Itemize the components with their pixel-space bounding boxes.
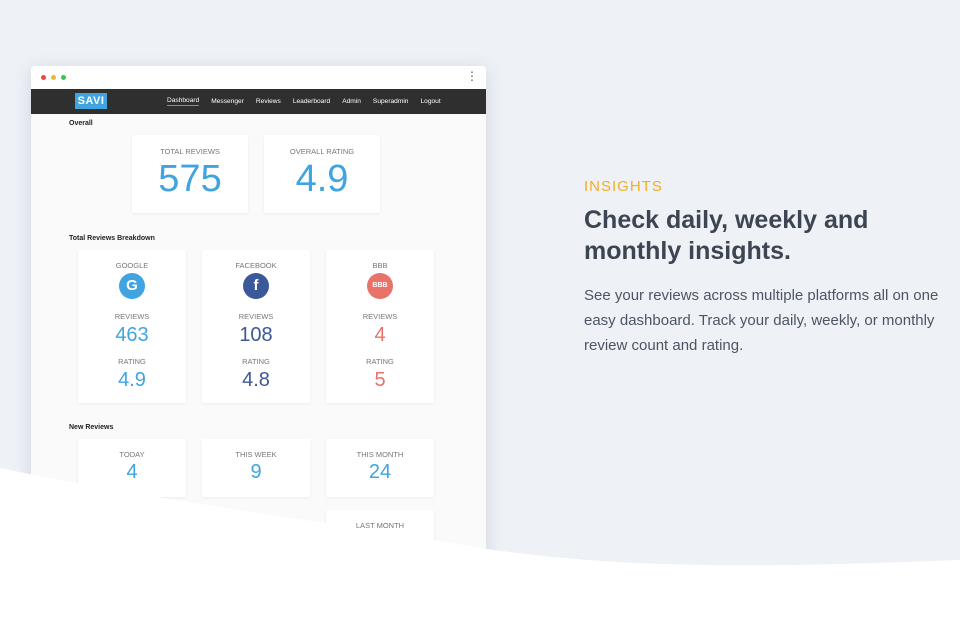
google-icon: G xyxy=(119,273,145,299)
facebook-rating-label: RATING xyxy=(242,357,270,366)
this-month-card: THIS MONTH 24 xyxy=(326,439,434,497)
this-week-card: THIS WEEK 9 xyxy=(202,439,310,497)
overall-section-title: Overall xyxy=(69,120,93,127)
overall-rating-value: 4.9 xyxy=(295,158,349,200)
total-reviews-label: TOTAL REVIEWS xyxy=(160,147,220,156)
new-reviews-section-title: New Reviews xyxy=(69,424,114,431)
breakdown-section-title: Total Reviews Breakdown xyxy=(69,235,155,242)
insights-eyebrow: INSIGHTS xyxy=(584,178,663,195)
this-week-label: THIS WEEK xyxy=(235,450,277,459)
maximize-window-dot[interactable] xyxy=(61,75,66,80)
browser-titlebar: ⋮ xyxy=(31,66,486,89)
google-rating-label: RATING xyxy=(118,357,146,366)
bbb-reviews-value: 4 xyxy=(374,324,386,346)
this-month-label: THIS MONTH xyxy=(356,450,404,459)
today-value: 4 xyxy=(126,461,138,483)
nav-leaderboard[interactable]: Leaderboard xyxy=(293,98,330,105)
total-reviews-value: 575 xyxy=(158,158,222,200)
bbb-card: BBB BBB REVIEWS 4 RATING 5 xyxy=(326,250,434,403)
google-label: GOOGLE xyxy=(115,261,149,270)
facebook-reviews-label: REVIEWS xyxy=(238,312,274,321)
bbb-icon: BBB xyxy=(367,273,393,299)
facebook-label: FACEBOOK xyxy=(235,261,277,270)
facebook-card: FACEBOOK f REVIEWS 108 RATING 4.8 xyxy=(202,250,310,403)
more-options-icon[interactable]: ⋮ xyxy=(466,69,478,83)
nav-admin[interactable]: Admin xyxy=(342,98,361,105)
close-window-dot[interactable] xyxy=(41,75,46,80)
last-month-label: LAST MONTH xyxy=(355,521,405,530)
today-card: TODAY 4 xyxy=(78,439,186,497)
marketing-copy: INSIGHTS Check daily, weekly and monthly… xyxy=(584,178,954,358)
nav-links: Dashboard Messenger Reviews Leaderboard … xyxy=(167,89,441,114)
nav-reviews[interactable]: Reviews xyxy=(256,98,281,105)
browser-window: ⋮ SAVI Dashboard Messenger Reviews Leade… xyxy=(31,66,486,566)
total-reviews-card: TOTAL REVIEWS 575 xyxy=(132,135,248,213)
top-navbar: SAVI Dashboard Messenger Reviews Leaderb… xyxy=(31,89,486,114)
facebook-icon: f xyxy=(243,273,269,299)
google-rating-value: 4.9 xyxy=(118,369,146,391)
bbb-label: BBB xyxy=(372,261,388,270)
google-card: GOOGLE G REVIEWS 463 RATING 4.9 xyxy=(78,250,186,403)
nav-dashboard[interactable]: Dashboard xyxy=(167,97,200,106)
minimize-window-dot[interactable] xyxy=(51,75,56,80)
this-week-value: 9 xyxy=(250,461,262,483)
nav-messenger[interactable]: Messenger xyxy=(211,98,244,105)
bbb-rating-value: 5 xyxy=(374,369,386,391)
this-month-value: 24 xyxy=(368,461,392,483)
nav-superadmin[interactable]: Superadmin xyxy=(373,98,409,105)
facebook-rating-value: 4.8 xyxy=(242,369,270,391)
insights-body: See your reviews across multiple platfor… xyxy=(584,287,939,354)
nav-logout[interactable]: Logout xyxy=(420,98,440,105)
today-label: TODAY xyxy=(119,450,145,459)
overall-rating-card: OVERALL RATING 4.9 xyxy=(264,135,380,213)
savi-logo[interactable]: SAVI xyxy=(75,93,107,109)
bbb-rating-label: RATING xyxy=(366,357,394,366)
google-reviews-label: REVIEWS xyxy=(114,312,150,321)
overall-rating-label: OVERALL RATING xyxy=(289,147,355,156)
facebook-reviews-value: 108 xyxy=(239,324,273,346)
last-month-card: LAST MONTH xyxy=(326,510,434,566)
bbb-reviews-label: REVIEWS xyxy=(362,312,398,321)
google-reviews-value: 463 xyxy=(115,324,149,346)
insights-headline: Check daily, weekly and monthly insights… xyxy=(584,206,869,265)
